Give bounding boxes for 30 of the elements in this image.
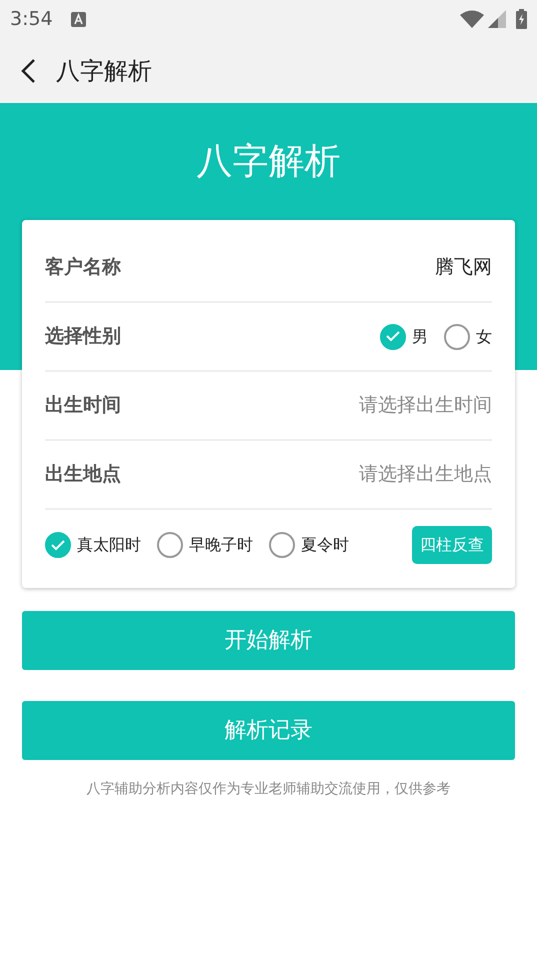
option-label: 夏令时: [301, 534, 349, 556]
start-analysis-button[interactable]: 开始解析: [22, 611, 515, 670]
option-label: 女: [476, 326, 492, 348]
radio-button[interactable]: [444, 324, 470, 350]
checkmark-icon: [51, 540, 65, 550]
field-label: 选择性别: [45, 324, 121, 350]
signal-icon: [488, 10, 506, 28]
option-label: 早晚子时: [189, 534, 253, 556]
field-label: 出生时间: [45, 393, 121, 418]
page-title: 八字解析: [56, 56, 152, 86]
banner-title: 八字解析: [196, 140, 340, 184]
battery-icon: [516, 9, 527, 29]
wifi-icon: [460, 10, 484, 28]
option-label: 男: [412, 326, 428, 348]
radio-button[interactable]: [269, 532, 295, 558]
option-label: 真太阳时: [77, 534, 141, 556]
reverse-lookup-button[interactable]: 四柱反查: [412, 526, 492, 564]
field-label: 客户名称: [45, 255, 121, 280]
disclaimer-text: 八字辅助分析内容仅作为专业老师辅助交流使用，仅供参考: [86, 781, 450, 797]
customer-name-value: 腾飞网: [435, 255, 492, 280]
birth-time-field[interactable]: 请选择出生时间: [322, 391, 492, 420]
radio-button[interactable]: [157, 532, 183, 558]
birth-place-field[interactable]: 请选择出生地点: [322, 460, 492, 489]
checked-radio[interactable]: [45, 532, 71, 558]
analysis-history-button[interactable]: 解析记录: [22, 701, 515, 760]
status-time: 3:54: [10, 6, 53, 32]
field-label: 出生地点: [45, 462, 121, 488]
checked-radio[interactable]: [380, 324, 406, 350]
keyboard-icon: [70, 12, 86, 26]
checkmark-icon: [386, 331, 400, 342]
